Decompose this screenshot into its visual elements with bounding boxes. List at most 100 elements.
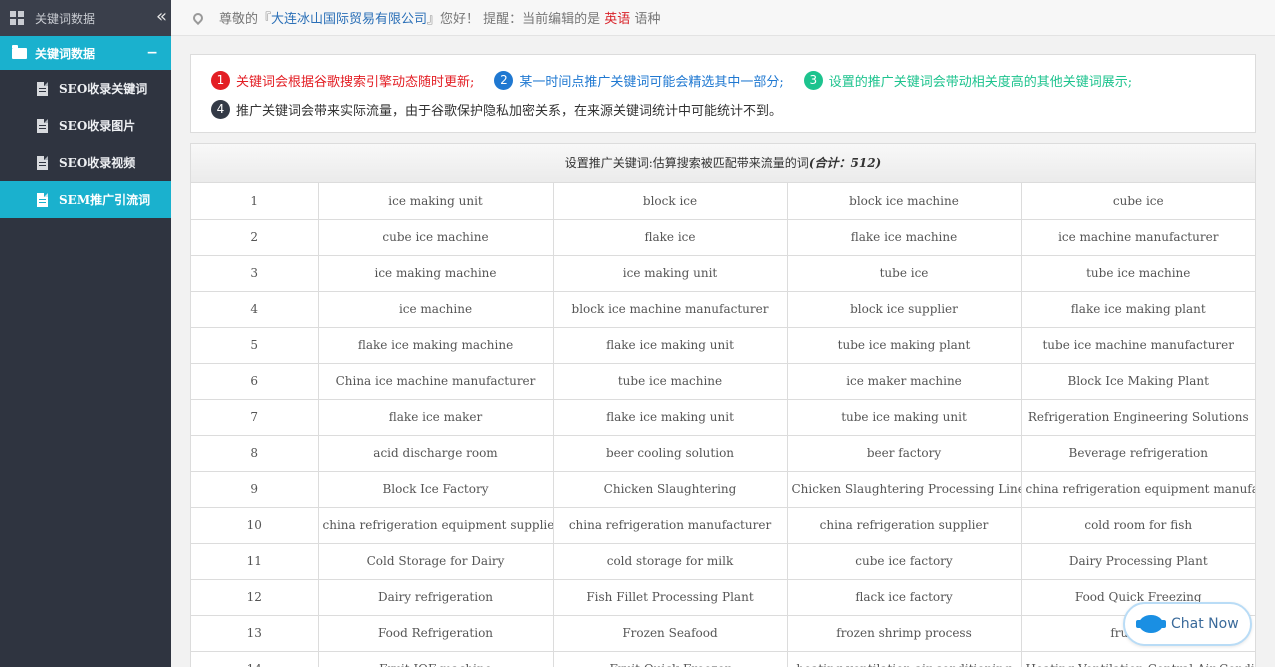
- document-icon: [37, 155, 48, 170]
- keyword-cell: tube ice machine manufacturer: [1021, 327, 1255, 364]
- table-row: 8 acid discharge room beer cooling solutio…: [191, 435, 1255, 472]
- table-total: (合计：512): [808, 156, 882, 170]
- sidebar-item-seo-videos[interactable]: SEO收录视频: [0, 144, 171, 181]
- table-title: 设置推广关键词:估算搜索被匹配带来流量的词(合计：512): [191, 144, 1255, 183]
- row-number-cell: 3: [191, 255, 319, 292]
- keyword-cell: cold room for fish: [1021, 507, 1255, 544]
- chat-bubble-icon: [1136, 615, 1166, 633]
- keyword-cell: China ice machine manufacturer: [318, 363, 554, 400]
- collapse-group-icon[interactable]: −: [146, 45, 158, 61]
- sidebar-item-seo-keywords[interactable]: SEO收录关键词: [0, 70, 171, 107]
- keyword-cell: ice machine: [318, 291, 554, 328]
- keyword-cell: cube ice: [1021, 183, 1255, 220]
- keyword-cell: flake ice making unit: [553, 327, 788, 364]
- sidebar-item-label: SEM推广引流词: [59, 193, 151, 207]
- table-row: 4 ice machine block ice machine manufactur…: [191, 291, 1255, 328]
- notice-text: 关键词会根据谷歌搜索引擎动态随时更新;: [236, 74, 475, 90]
- document-icon: [37, 118, 48, 133]
- keyword-cell: china refrigeration manufacturer: [553, 507, 788, 544]
- table-row: 12 Dairy refrigeration Fish Fillet Process…: [191, 579, 1255, 616]
- notice-text: 推广关键词会带来实际流量，由于谷歌保护隐私加密关系，在来源关键词统计中可能统计不…: [236, 103, 783, 119]
- row-number-cell: 13: [191, 615, 319, 652]
- keyword-cell: Refrigeration Engineering Solutions: [1021, 399, 1255, 436]
- notice-number-badge: 1: [211, 70, 230, 90]
- keyword-cell: Frozen Seafood: [553, 615, 788, 652]
- keyword-cell: Dairy refrigeration: [318, 579, 554, 616]
- keyword-cell: tube ice making plant: [787, 327, 1022, 364]
- keyword-cell: frozen shrimp process: [787, 615, 1022, 652]
- topbar: 尊敬的『 大连冰山国际贸易有限公司 』您好！ 提醒：当前编辑的是 英语 语种: [171, 0, 1275, 36]
- document-icon: [37, 81, 48, 96]
- keyword-cell: tube ice machine: [553, 363, 788, 400]
- keyword-cell: tube ice making unit: [787, 399, 1022, 436]
- row-number-cell: 7: [191, 399, 319, 436]
- grid-icon: [10, 11, 24, 25]
- keyword-cell: Fruit Quick Freezer: [553, 651, 788, 667]
- row-number-cell: 14: [191, 651, 319, 667]
- table-row: 10 china refrigeration equipment supplier…: [191, 507, 1255, 544]
- notice-number-badge: 4: [211, 99, 230, 119]
- row-number-cell: 10: [191, 507, 319, 544]
- table-row: 14Fruit IQF machineFruit Quick Freezerhe…: [191, 651, 1255, 667]
- keyword-cell: cube ice factory: [787, 543, 1022, 580]
- table-row: 6 China ice machine manufacturer tube ice …: [191, 363, 1255, 400]
- keyword-cell: Cold Storage for Dairy: [318, 543, 554, 580]
- keyword-cell: acid discharge room: [318, 435, 554, 472]
- chat-now-button[interactable]: Chat Now: [1123, 602, 1252, 646]
- notice-text: 设置的推广关键词会带动相关度高的其他关键词展示;: [828, 74, 1133, 90]
- location-pin-icon: [190, 10, 206, 25]
- notice-text: 某一时间点推广关键词可能会精选其中一部分;: [519, 74, 784, 90]
- keyword-cell: Chicken Slaughtering Processing Line: [787, 471, 1022, 508]
- row-number-cell: 9: [191, 471, 319, 508]
- table-row: 5 flake ice making machine flake ice makin…: [191, 327, 1255, 364]
- table-row: 13 Food Refrigeration Frozen Seafood frozen…: [191, 615, 1255, 652]
- keyword-cell: cold storage for milk: [553, 543, 788, 580]
- table-row: 3 ice making machine ice making unit tube i…: [191, 255, 1255, 292]
- keyword-cell: flake ice: [553, 219, 788, 256]
- keyword-cell: tube ice: [787, 255, 1022, 292]
- keyword-cell: flake ice making machine: [318, 327, 554, 364]
- keyword-cell: china refrigeration equipment supplier: [318, 507, 554, 544]
- keyword-cell: Dairy Processing Plant: [1021, 543, 1255, 580]
- sidebar-header-label: 关键词数据: [35, 11, 96, 26]
- keyword-grid: 1 ice making unit block ice block ice machi…: [191, 183, 1255, 667]
- keyword-cell: Chicken Slaughtering: [553, 471, 788, 508]
- keyword-cell: tube ice machine: [1021, 255, 1255, 292]
- collapse-sidebar-icon[interactable]: «: [156, 6, 167, 27]
- sidebar-header: 关键词数据 «: [0, 0, 171, 36]
- keyword-cell: beer cooling solution: [553, 435, 788, 472]
- sidebar-item-label: SEO收录关键词: [59, 82, 148, 96]
- keyword-cell: beer factory: [787, 435, 1022, 472]
- greeting-prefix: 尊敬的『: [219, 12, 272, 27]
- row-number-cell: 1: [191, 183, 319, 220]
- keyword-cell: ice machine manufacturer: [1021, 219, 1255, 256]
- sidebar: 关键词数据 « 关键词数据 − SEO收录关键词 SEO收录图片 SEO收录视频…: [0, 0, 171, 667]
- keyword-cell: ice making machine: [318, 255, 554, 292]
- keyword-cell: Food Refrigeration: [318, 615, 554, 652]
- keyword-cell: Heating Ventilation Central Air Conditio…: [1021, 651, 1255, 667]
- keyword-cell: block ice machine: [787, 183, 1022, 220]
- table-row: 7 flake ice maker flake ice making unit tub…: [191, 399, 1255, 436]
- row-number-cell: 4: [191, 291, 319, 328]
- keyword-cell: ice making unit: [553, 255, 788, 292]
- document-icon: [37, 192, 48, 207]
- notice-row: 4 推广关键词会带来实际流量，由于谷歌保护隐私加密关系，在来源关键词统计中可能统…: [211, 98, 1255, 120]
- sidebar-item-seo-images[interactable]: SEO收录图片: [0, 107, 171, 144]
- sidebar-item-sem-keywords[interactable]: SEM推广引流词: [0, 181, 171, 218]
- row-number-cell: 5: [191, 327, 319, 364]
- table-row: 11 Cold Storage for Dairy cold storage for…: [191, 543, 1255, 580]
- table-row: 2 cube ice machine flake ice flake ice mach…: [191, 219, 1255, 256]
- company-name: 大连冰山国际贸易有限公司: [271, 12, 428, 27]
- language-suffix: 语种: [630, 12, 661, 27]
- keyword-cell: flake ice making unit: [553, 399, 788, 436]
- row-number-cell: 11: [191, 543, 319, 580]
- keyword-cell: china refrigeration supplier: [787, 507, 1022, 544]
- row-number-cell: 6: [191, 363, 319, 400]
- sidebar-group-keyword-data[interactable]: 关键词数据 −: [0, 36, 171, 70]
- notice-number-badge: 3: [803, 70, 823, 90]
- keyword-cell: block ice machine manufacturer: [553, 291, 788, 328]
- sidebar-group-label: 关键词数据: [35, 46, 96, 61]
- current-language: 英语: [604, 12, 631, 27]
- keyword-cell: china refrigeration equipment manufactur…: [1021, 471, 1255, 508]
- keyword-cell: cube ice machine: [318, 219, 554, 256]
